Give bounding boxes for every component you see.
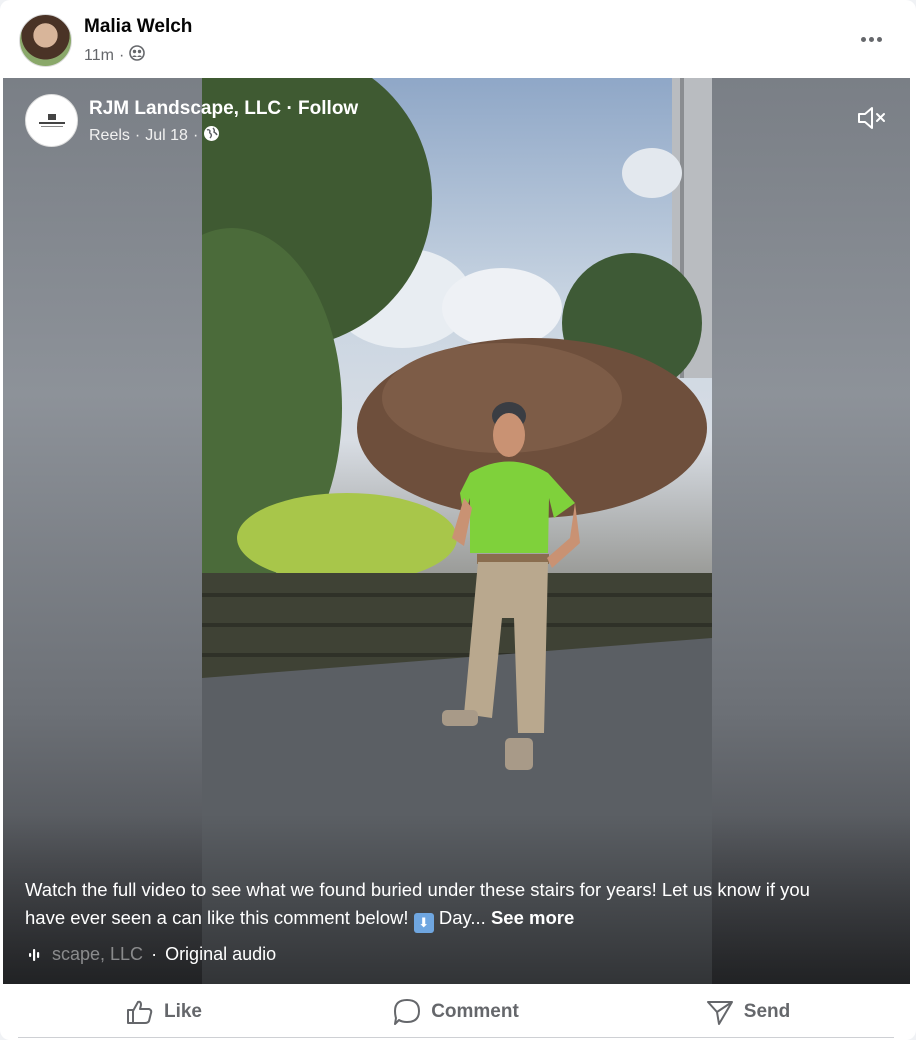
comment-icon xyxy=(394,998,421,1025)
post-time[interactable]: 11m xyxy=(84,47,114,65)
audio-separator: · xyxy=(151,944,158,964)
down-arrow-emoji: ⬇ xyxy=(413,913,434,933)
more-options-button[interactable] xyxy=(856,25,886,53)
comment-button[interactable]: Comment xyxy=(310,990,602,1034)
reel-video[interactable]: RJM Landscape, LLC · Follow Reels · Jul … xyxy=(3,78,910,984)
follow-button[interactable]: Follow xyxy=(298,98,358,119)
audio-row[interactable]: scape, LLC · Original audio xyxy=(28,944,276,965)
audio-page-name: scape, LLC xyxy=(52,944,144,964)
more-horizontal-icon xyxy=(860,36,866,42)
send-icon xyxy=(706,1000,733,1025)
audio-label[interactable]: Original audio xyxy=(165,944,276,965)
reel-meta-separator-2: · xyxy=(192,127,199,144)
caption-text-2: Day... xyxy=(433,907,486,928)
post-actions: Like Comment Send xyxy=(18,986,894,1038)
comment-label: Comment xyxy=(431,1000,519,1022)
post-header: Malia Welch 11m · xyxy=(0,0,916,78)
page-separator: · xyxy=(286,98,293,119)
rjm-logo xyxy=(38,113,66,128)
reel-meta-separator: · xyxy=(134,127,141,144)
volume-muted-icon xyxy=(858,107,885,129)
page-avatar[interactable] xyxy=(25,94,78,147)
author-avatar[interactable] xyxy=(19,14,72,67)
send-button[interactable]: Send xyxy=(602,990,894,1034)
page-name[interactable]: RJM Landscape, LLC xyxy=(89,98,281,119)
reel-meta: Reels · Jul 18 · xyxy=(89,125,220,147)
reel-caption: Watch the full video to see what we foun… xyxy=(25,876,815,933)
audio-wave-icon xyxy=(29,948,40,961)
send-label: Send xyxy=(743,1000,791,1022)
friends-icon[interactable] xyxy=(129,45,146,66)
reel-date[interactable]: Jul 18 xyxy=(145,127,188,145)
author-name[interactable]: Malia Welch xyxy=(84,16,192,38)
like-button[interactable]: Like xyxy=(18,990,310,1034)
thumbs-up-icon xyxy=(126,1000,153,1024)
post-meta: 11m · xyxy=(84,45,146,66)
meta-separator: · xyxy=(118,46,125,64)
mute-button[interactable] xyxy=(856,104,888,132)
globe-icon xyxy=(203,125,220,147)
post-card: Malia Welch 11m · RJM Landscape, LLC · F… xyxy=(0,0,916,1040)
like-label: Like xyxy=(163,1000,203,1022)
see-more-link[interactable]: See more xyxy=(491,907,574,928)
reel-source[interactable]: Reels xyxy=(89,127,130,145)
reel-page-row: RJM Landscape, LLC · Follow xyxy=(89,98,358,120)
